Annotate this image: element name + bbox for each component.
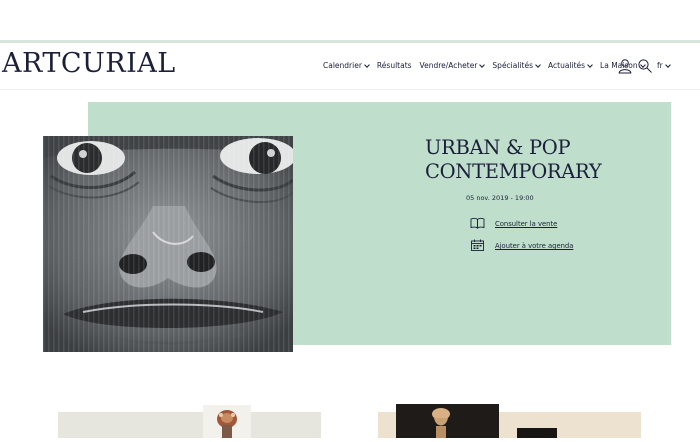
- nav-label: Résultats: [376, 61, 412, 70]
- chevron-down-icon: [479, 61, 486, 68]
- view-sale-link[interactable]: Consulter la vente: [470, 217, 557, 231]
- main-nav: Calendrier Résultats Vendre/Acheter Spéc…: [323, 61, 653, 70]
- chevron-down-icon: [364, 61, 370, 68]
- sale-title-line2: CONTEMPORARY: [425, 160, 602, 183]
- sale-title: URBAN & POP CONTEMPORARY: [425, 136, 602, 184]
- book-icon: [470, 217, 485, 231]
- nav-label: Actualités: [548, 61, 586, 70]
- language-label: fr: [657, 61, 663, 70]
- nav-item-specialites[interactable]: Spécialités: [492, 61, 541, 70]
- nav-label: Vendre/Acheter: [419, 61, 478, 70]
- sale-card-thumbnail: [517, 428, 557, 438]
- chevron-down-icon: [535, 61, 541, 68]
- sale-card-object-image: [203, 405, 251, 438]
- hero-artwork-image[interactable]: [43, 136, 293, 352]
- add-to-calendar-label: Ajouter à votre agenda: [495, 242, 574, 250]
- sale-card-object-image: [396, 404, 499, 438]
- search-icon[interactable]: [637, 58, 653, 74]
- chevron-down-icon: [664, 61, 671, 68]
- nav-item-vendre-acheter[interactable]: Vendre/Acheter: [419, 61, 486, 70]
- sale-date: 05 nov. 2019 - 19:00: [466, 194, 534, 202]
- site-header: ARTCURIAL Calendrier Résultats Vendre/Ac…: [0, 43, 700, 90]
- nav-item-calendrier[interactable]: Calendrier: [323, 61, 370, 70]
- nav-item-resultats[interactable]: Résultats: [377, 61, 412, 70]
- view-sale-label: Consulter la vente: [495, 220, 558, 228]
- sale-title-line1: URBAN & POP: [425, 136, 571, 159]
- artcurial-logo[interactable]: ARTCURIAL: [2, 47, 176, 81]
- top-band: [0, 0, 700, 40]
- nav-item-actualites[interactable]: Actualités: [548, 61, 593, 70]
- language-selector[interactable]: fr: [657, 61, 671, 70]
- sale-card-image[interactable]: [58, 412, 321, 438]
- nav-label: Calendrier: [323, 61, 362, 70]
- user-icon[interactable]: [617, 58, 633, 74]
- add-to-calendar-link[interactable]: Ajouter à votre agenda: [470, 239, 573, 253]
- nav-label: Spécialités: [492, 61, 533, 70]
- calendar-icon: [470, 239, 485, 253]
- chevron-down-icon: [587, 61, 593, 68]
